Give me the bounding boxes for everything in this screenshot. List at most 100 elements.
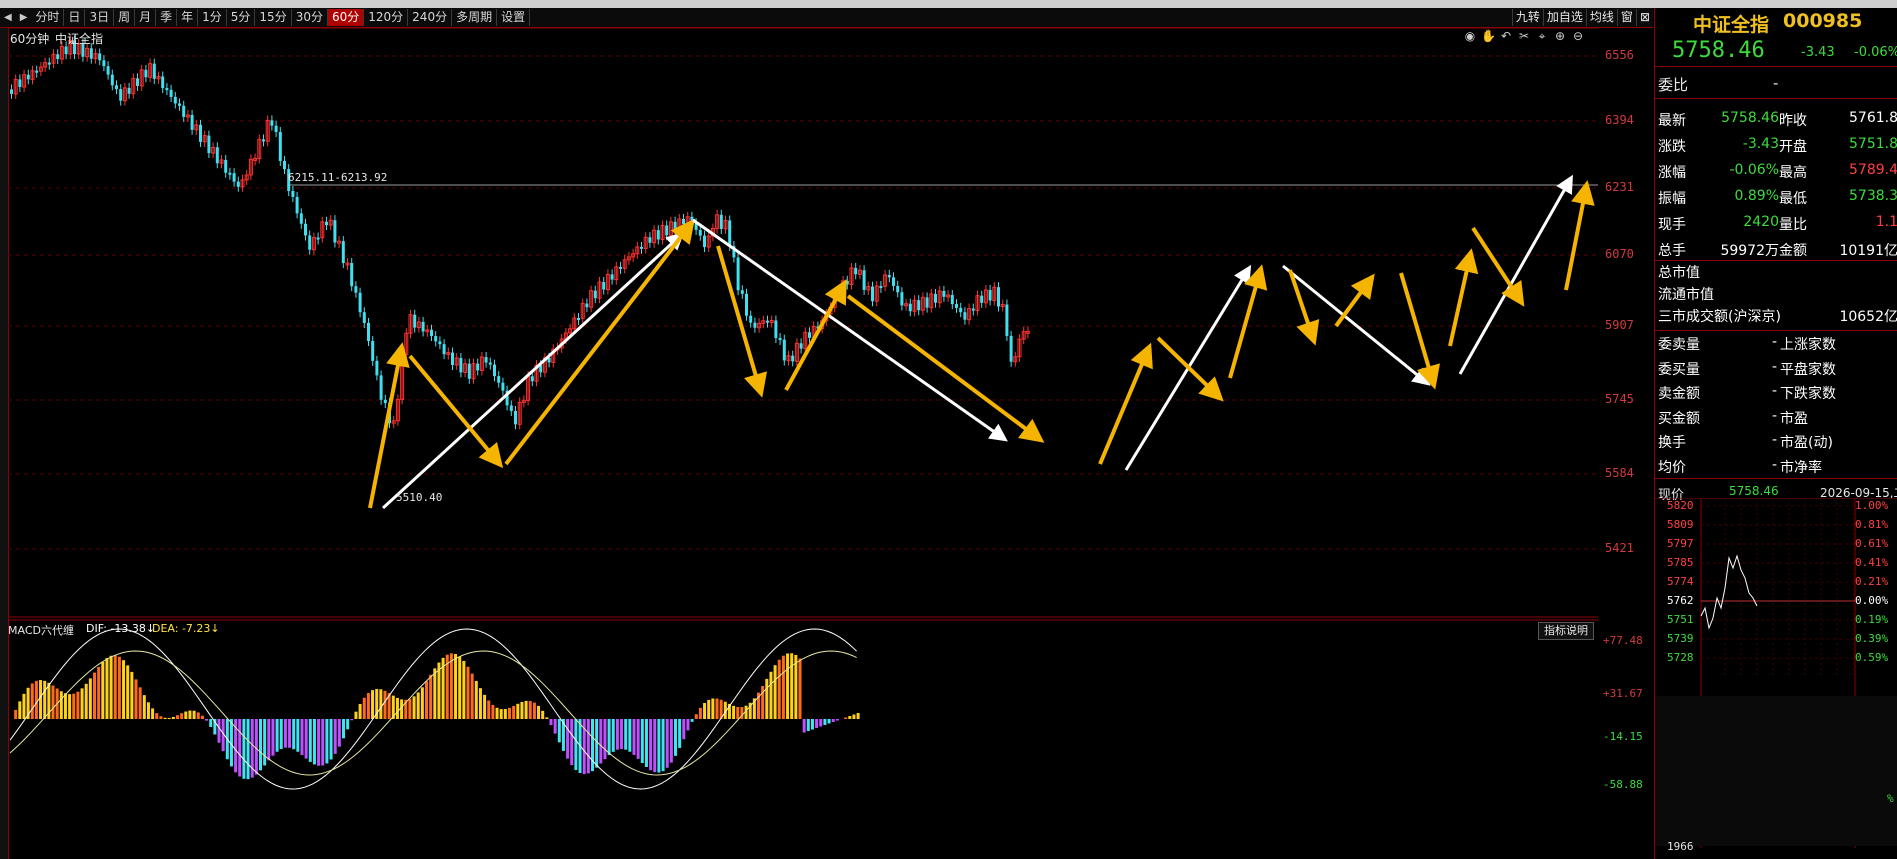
scroll-left-icon[interactable]: ◀ [0,12,16,23]
period-tab[interactable]: 60分 [327,9,365,26]
candle-body [295,196,299,214]
period-tab[interactable]: 设置 [497,9,531,26]
candle-body [585,303,589,308]
quote-label: 总手 [1658,243,1686,259]
period-tab[interactable]: 年 [177,9,199,26]
macd-bar [238,719,242,777]
macd-bar [532,702,536,719]
zoom-out-icon[interactable]: ⊖ [1571,29,1585,44]
candle-body [766,320,769,323]
macd-bar [271,719,275,756]
mini-tick-left: 5739 [1667,632,1694,645]
macd-bar [611,719,615,752]
period-tab[interactable]: 周 [114,9,136,26]
macd-bar [815,719,819,728]
quote-label: 开盘 [1779,139,1807,155]
macd-title: MACD六代缠 [8,624,74,637]
scroll-right-icon[interactable]: ▶ [16,12,32,23]
crosshair-icon[interactable]: ⌖ [1535,29,1549,44]
period-tab[interactable]: 120分 [364,9,409,26]
period-tab[interactable]: 多周期 [452,9,498,26]
candle-body [161,76,165,89]
macd-histogram [9,628,860,790]
mini-tick-left: 5797 [1667,537,1694,550]
candle-body [18,79,22,88]
macd-bar [300,719,304,756]
macd-bar [620,719,624,749]
period-tab[interactable]: 240分 [408,9,453,26]
stat-label: 换手 [1658,435,1686,451]
macd-bar [342,719,345,739]
period-tab[interactable]: 1分 [198,9,227,26]
macd-tick-label: +31.67 [1603,687,1643,700]
macd-bar [350,719,354,721]
undo-icon[interactable]: ↶ [1499,29,1513,44]
macd-bar [288,719,292,748]
macd-bar [835,719,839,721]
stat-value: - [1772,358,1778,375]
stat-value: - [1772,456,1778,473]
candle-body [854,267,858,275]
scissors-icon[interactable]: ✂ [1517,29,1531,44]
macd-bar [109,655,113,719]
candle-body [980,295,984,303]
macd-bar [93,672,96,719]
candle-body [325,221,328,226]
candle-body [988,289,992,301]
quote-value: 59972万 [1720,243,1779,259]
indicator-explain-button[interactable]: 指标说明 [1538,622,1594,640]
macd-bar [117,656,121,719]
toolbar-right-button[interactable]: 九转 [1511,9,1543,26]
mini-chart-price: 5758.46 [1729,484,1779,498]
period-tab[interactable]: 5分 [227,9,256,26]
macd-bar [43,680,47,719]
candle-body [459,358,463,373]
price-change-pct: -0.06% [1854,45,1897,60]
period-tab[interactable]: 季 [156,9,178,26]
macd-bar [176,715,179,719]
macd-bar [171,716,175,719]
macd-bar [34,680,38,719]
candle-body [413,314,417,328]
toolbar-right-button[interactable]: ⊠ [1635,9,1653,26]
current-price: 5758.46 [1672,38,1765,63]
period-tab[interactable]: 30分 [292,9,328,26]
macd-bar [810,719,814,730]
eye-icon[interactable]: ◉ [1463,29,1477,44]
mini-tick-left: 5774 [1667,575,1694,588]
candle-body [383,399,387,404]
candle-body [152,63,156,79]
toolbar-right-button[interactable]: 加自选 [1542,9,1586,26]
macd-bar [657,719,661,773]
period-tab[interactable]: 3日 [85,9,115,26]
intraday-mini-chart[interactable] [1655,498,1897,853]
quote-value: -3.43 [1742,136,1779,152]
candle-body [371,340,375,361]
kline-chart[interactable] [8,28,1598,859]
candlesticks [10,35,1030,430]
macd-dea-label: DEA: -7.23↓ [152,622,220,635]
hand-icon[interactable]: ✋ [1481,29,1496,44]
chart-frame [8,28,1598,618]
candle-body [753,322,757,328]
candle-body [199,124,202,142]
period-tab[interactable]: 分时 [31,9,65,26]
period-tab[interactable]: 月 [135,9,157,26]
toolbar-right-button[interactable]: 均线 [1585,9,1617,26]
toolbar-right-button[interactable]: 窗 [1616,9,1636,26]
candle-body [791,355,795,362]
candle-body [438,341,442,345]
white-arrow [692,218,1008,442]
macd-bar [462,660,466,719]
macd-bar [84,683,88,719]
candle-body [350,263,354,287]
macd-bar [661,719,665,772]
period-tab[interactable]: 日 [64,9,86,26]
macd-bar [595,719,599,768]
zoom-in-icon[interactable]: ⊕ [1553,29,1567,44]
mini-tick-left: 5820 [1667,499,1694,512]
period-tab[interactable]: 15分 [255,9,292,26]
macd-tick-label: -14.15 [1603,730,1643,743]
macd-bar [22,693,26,719]
candle-body [375,360,379,376]
